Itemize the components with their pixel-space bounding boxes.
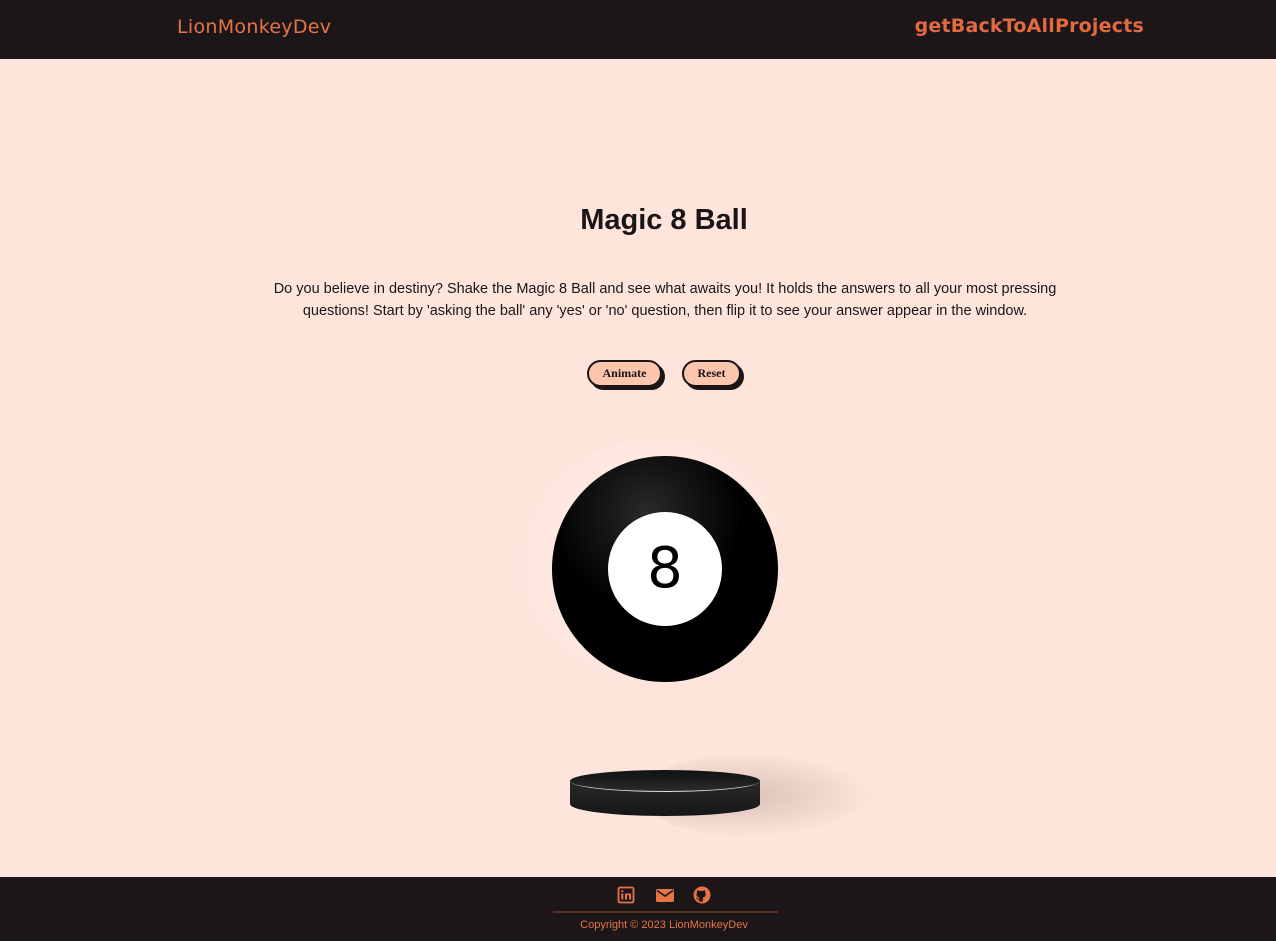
mail-icon[interactable] [655,886,674,904]
brand-logo-link[interactable]: LionMonkeyDev [177,16,331,38]
social-links [0,886,1276,904]
reset-button[interactable]: Reset [682,360,741,387]
github-icon[interactable] [693,886,711,904]
page-description: Do you believe in destiny? Shake the Mag… [273,281,1057,319]
ball-number: 8 [647,536,683,601]
ball-window: 8 [608,512,722,626]
ball-stand [570,770,760,818]
page-title: Magic 8 Ball [580,204,748,236]
top-navbar: LionMonkeyDev getBackToAllProjects [0,0,1276,59]
magic-8-ball[interactable]: 8 [552,456,778,682]
copyright-text: Copyright © 2023 LionMonkeyDev [580,919,748,931]
linkedin-icon[interactable] [617,886,635,904]
ball-stand-top [570,770,760,792]
footer-divider [553,911,778,913]
back-to-all-projects-link[interactable]: getBackToAllProjects [915,15,1144,37]
animate-button[interactable]: Animate [587,360,662,387]
footer: Copyright © 2023 LionMonkeyDev [0,877,1276,941]
